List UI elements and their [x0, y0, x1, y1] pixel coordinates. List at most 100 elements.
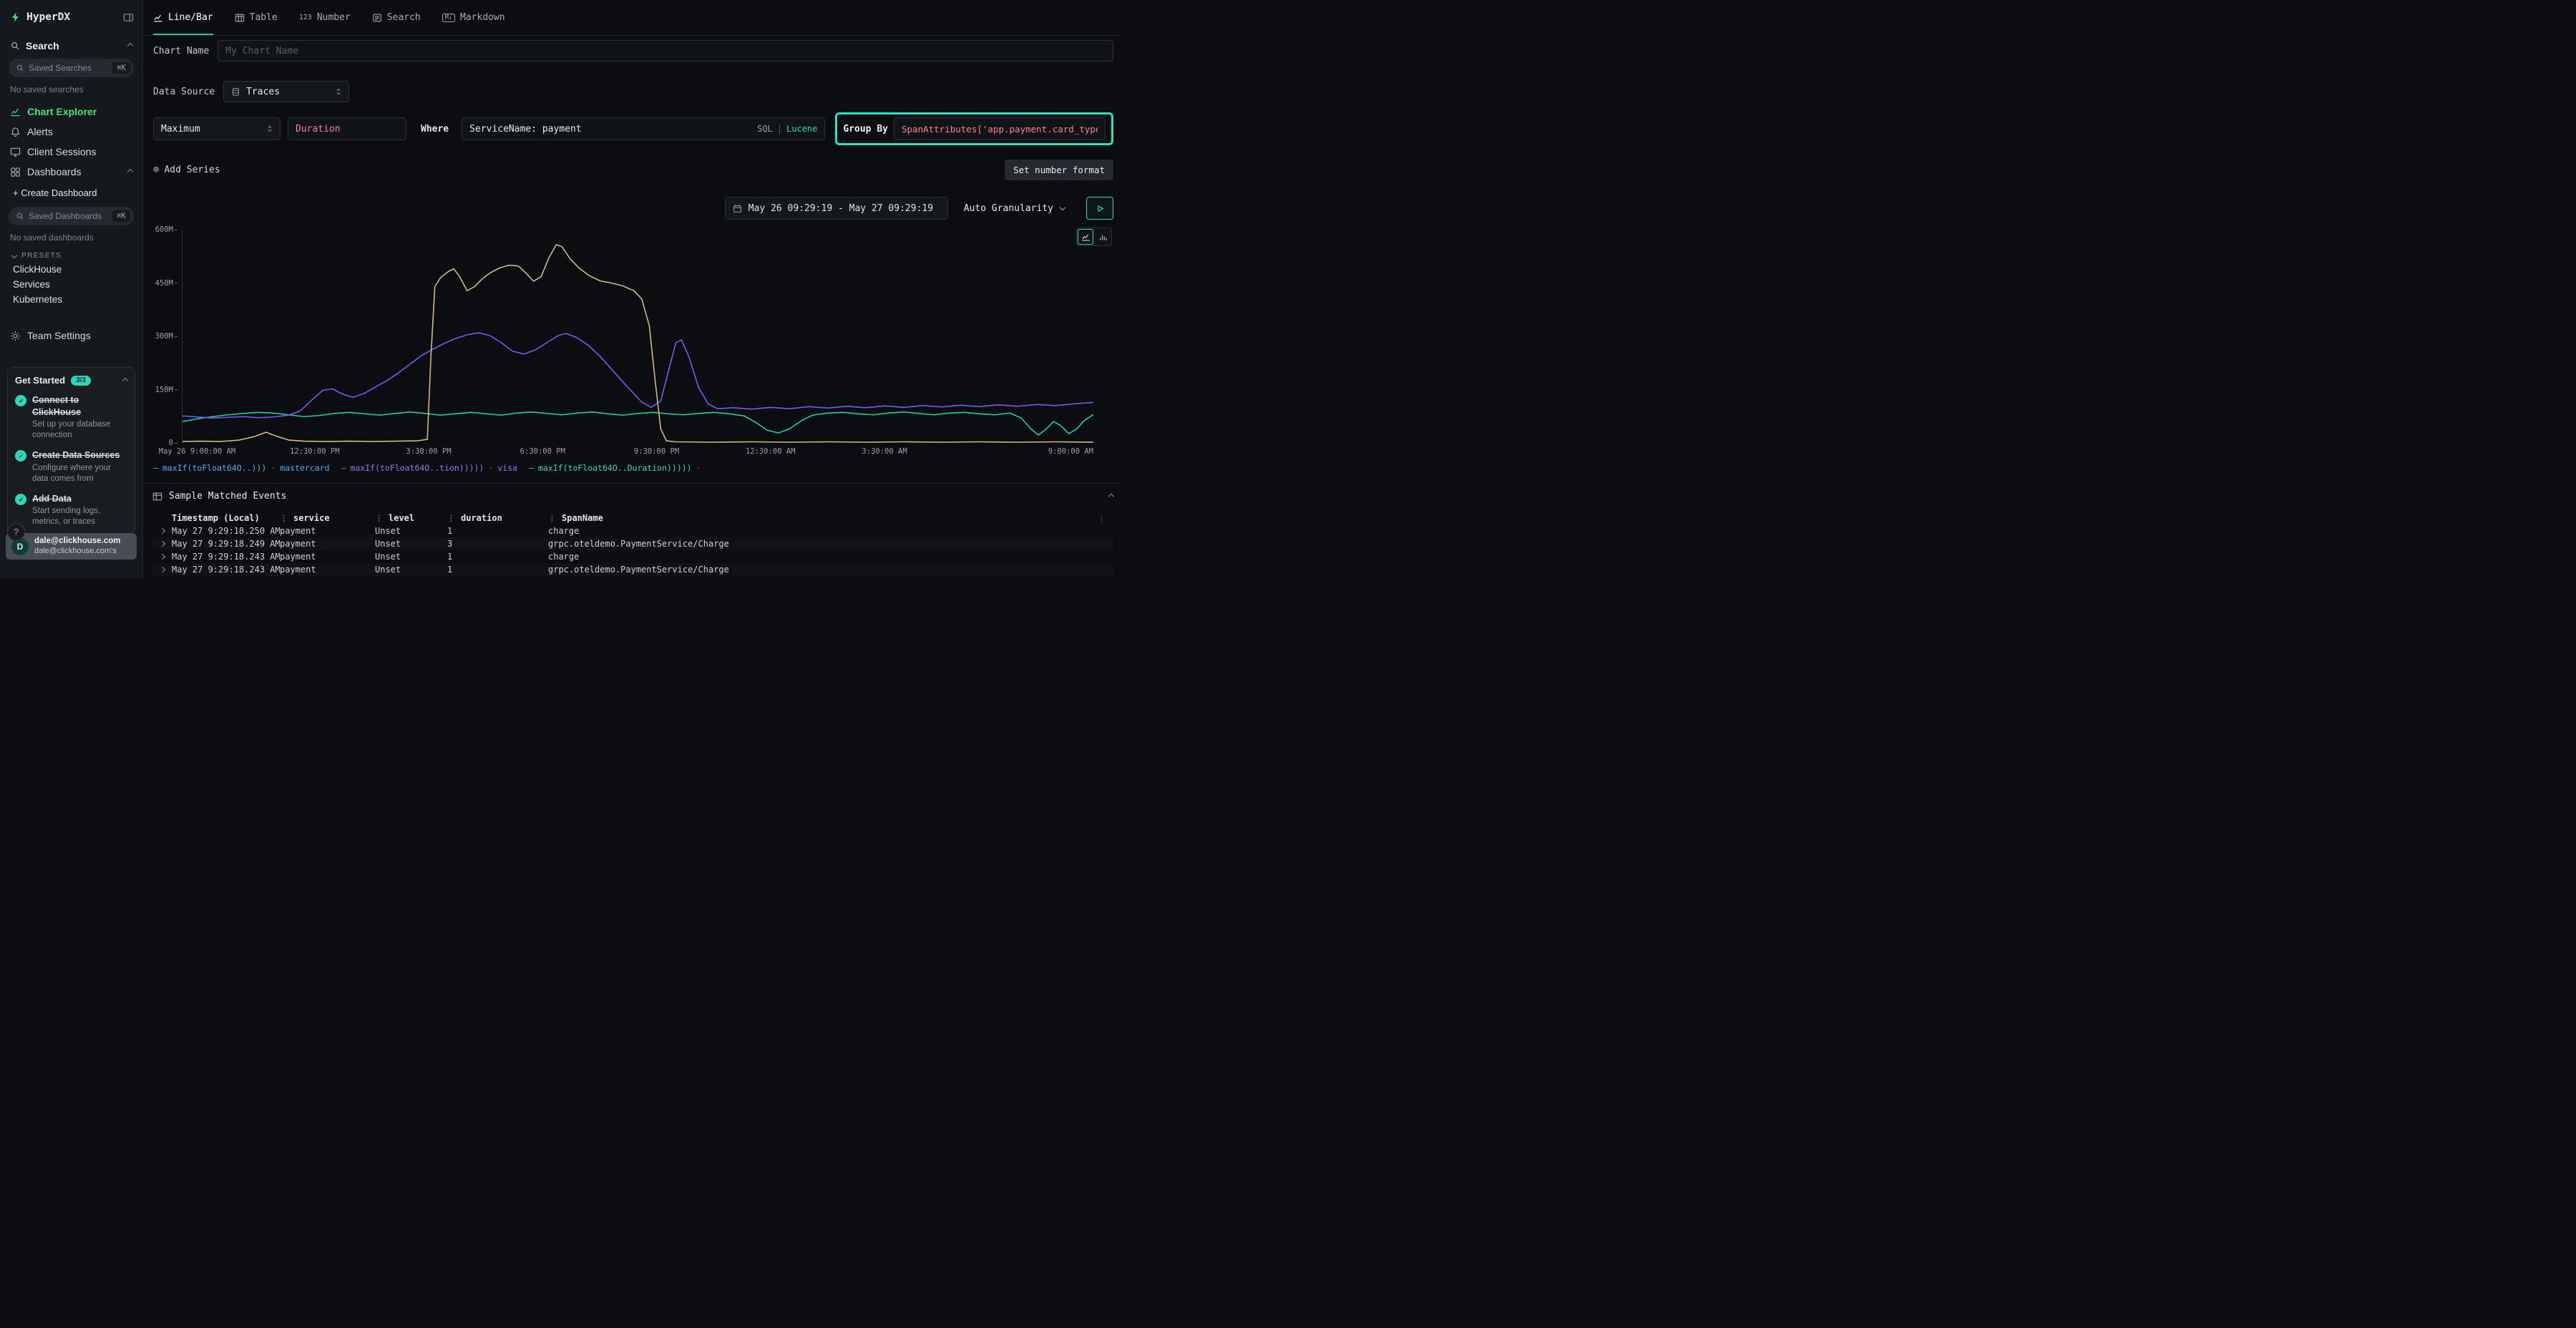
table-menu-icon[interactable]: ⋮: [1098, 514, 1113, 523]
x-tick-label: 12:30:00 AM: [746, 447, 796, 456]
expand-icon[interactable]: [152, 542, 172, 546]
add-circle-icon: ⊕: [153, 164, 159, 175]
x-tick-label: 6:30:00 PM: [520, 447, 565, 456]
bar-chart-toggle[interactable]: [1095, 229, 1111, 245]
plot-region[interactable]: [182, 230, 1093, 443]
add-series-label: Add Series: [164, 165, 220, 175]
cell-service: payment: [280, 526, 375, 536]
chevron-up-icon: [1108, 493, 1114, 499]
presets-label: PRESETS: [21, 251, 62, 260]
line-chart-icon: [10, 107, 21, 117]
chevron-down-icon: [11, 253, 17, 258]
run-query-button[interactable]: [1086, 197, 1113, 220]
granularity-select[interactable]: Auto Granularity: [960, 197, 1069, 220]
legend-item[interactable]: — maxIf(toFloat64O..tion))))) · visa: [341, 463, 518, 473]
get-started-item[interactable]: Create Data Sources Configure where your…: [15, 449, 127, 484]
tab-table[interactable]: Table: [235, 0, 278, 35]
expand-icon[interactable]: [152, 529, 172, 533]
group-by-input[interactable]: [894, 117, 1106, 140]
sidebar-item-dashboards[interactable]: Dashboards: [0, 162, 142, 182]
legend-item[interactable]: — maxIf(toFloat64O..))) · mastercard: [153, 463, 330, 473]
column-header-duration[interactable]: ⋮duration: [447, 513, 548, 523]
grid-icon: [10, 167, 21, 177]
tab-number[interactable]: 123 Number: [299, 0, 351, 35]
search-section-header[interactable]: Search: [0, 40, 142, 52]
column-menu-icon[interactable]: ⋮: [447, 514, 455, 523]
check-icon: [15, 494, 26, 505]
logo-row: HyperDX: [0, 0, 142, 23]
column-menu-icon[interactable]: ⋮: [280, 514, 288, 523]
get-started-item[interactable]: Add Data Start sending logs, metrics, or…: [15, 493, 127, 528]
column-header-service[interactable]: ⋮service: [280, 513, 375, 523]
tab-label: Search: [387, 12, 421, 23]
column-menu-icon[interactable]: ⋮: [375, 514, 383, 523]
help-button[interactable]: ?: [7, 523, 25, 541]
tab-label: Table: [250, 12, 278, 23]
tab-markdown[interactable]: M↓ Markdown: [442, 0, 505, 35]
column-header-timestamp[interactable]: Timestamp (Local): [172, 513, 280, 523]
get-started-badge: 3/3: [71, 376, 91, 386]
preset-item-services[interactable]: Services: [0, 277, 142, 292]
data-source-select[interactable]: Traces: [223, 81, 349, 102]
set-number-format-button[interactable]: Set number format: [1005, 160, 1113, 180]
field-input[interactable]: [288, 117, 406, 140]
cell-service: payment: [280, 552, 375, 562]
sidebar-item-client-sessions[interactable]: Client Sessions: [0, 142, 142, 162]
tab-line-bar[interactable]: Line/Bar: [153, 0, 213, 35]
events-header[interactable]: Sample Matched Events: [152, 491, 1113, 502]
x-tick-label: 3:30:00 AM: [862, 447, 907, 456]
column-header-spanname[interactable]: ⋮SpanName: [548, 513, 1098, 523]
sidebar-item-chart-explorer[interactable]: Chart Explorer: [0, 102, 142, 122]
sql-mode-button[interactable]: SQL: [757, 124, 773, 134]
date-range-input[interactable]: May 26 09:29:19 - May 27 09:29:19: [725, 197, 948, 220]
main-content: Line/Bar Table 123 Number Search M↓ Mark…: [143, 0, 1122, 578]
line-bar-icon: [153, 13, 163, 23]
presets-toggle[interactable]: PRESETS: [12, 251, 132, 260]
column-header-level[interactable]: ⋮level: [375, 513, 447, 523]
sidebar-item-alerts[interactable]: Alerts: [0, 122, 142, 142]
cell-level: Unset: [375, 552, 447, 562]
y-tick-label: 300M: [155, 332, 177, 341]
line-chart-toggle[interactable]: [1078, 229, 1093, 245]
sample-matched-events-panel: Sample Matched Events Timestamp (Local) …: [143, 483, 1122, 576]
saved-searches-input[interactable]: Saved Searches ⌘K: [9, 59, 134, 77]
tab-search[interactable]: Search: [372, 0, 421, 35]
cell-service: payment: [280, 539, 375, 549]
user-menu[interactable]: D dale@clickhouse.com dale@clickhouse.co…: [6, 533, 137, 560]
legend-separator: ·: [696, 463, 701, 473]
events-table: Timestamp (Local) ⋮service ⋮level ⋮durat…: [152, 512, 1113, 576]
expand-icon[interactable]: [152, 567, 172, 572]
group-by-label: Group By: [843, 124, 888, 135]
preset-item-kubernetes[interactable]: Kubernetes: [0, 292, 142, 307]
column-menu-icon[interactable]: ⋮: [548, 514, 556, 523]
get-started-header[interactable]: Get Started 3/3: [15, 375, 127, 386]
table-row[interactable]: May 27 9:29:18.250 AM payment Unset 1 ch…: [152, 524, 1113, 537]
search-section-icon: [10, 41, 20, 51]
sidebar: HyperDX Search Saved Searches ⌘K No save…: [0, 0, 143, 578]
chart-name-input[interactable]: [218, 40, 1113, 62]
y-tick-label: 0: [169, 439, 177, 447]
create-dashboard-button[interactable]: + Create Dashboard: [0, 182, 142, 200]
chevron-down-icon: [1060, 204, 1065, 210]
sidebar-collapse-icon[interactable]: [123, 12, 134, 23]
shortcut-badge: ⌘K: [112, 210, 130, 222]
cell-spanname: charge: [548, 552, 1098, 562]
lucene-mode-button[interactable]: Lucene: [786, 124, 817, 134]
nav-label: Team Settings: [27, 330, 91, 341]
legend-item[interactable]: — maxIf(toFloat64O..Duration))))) ·: [529, 463, 706, 473]
expand-icon[interactable]: [152, 555, 172, 559]
y-axis: 0 150M 300M 450M 600M: [153, 230, 179, 443]
table-row[interactable]: May 27 9:29:18.243 AM payment Unset 1 ch…: [152, 550, 1113, 563]
where-input[interactable]: [469, 118, 751, 140]
preset-item-clickhouse[interactable]: ClickHouse: [0, 262, 142, 277]
chart-controls-row: May 26 09:29:19 - May 27 09:29:19 Auto G…: [143, 197, 1122, 220]
table-row[interactable]: May 27 9:29:18.243 AM payment Unset 1 gr…: [152, 563, 1113, 576]
saved-dashboards-input[interactable]: Saved Dashboards ⌘K: [9, 207, 134, 225]
get-started-item[interactable]: Connect to ClickHouse Set up your databa…: [15, 394, 127, 441]
aggregation-select[interactable]: Maximum: [153, 117, 280, 140]
sidebar-item-team-settings[interactable]: Team Settings: [0, 326, 142, 346]
cell-duration: 1: [447, 552, 548, 562]
add-series-button[interactable]: ⊕ Add Series: [153, 164, 220, 175]
play-icon: [1096, 204, 1105, 213]
table-row[interactable]: May 27 9:29:18.249 AM payment Unset 3 gr…: [152, 537, 1113, 550]
